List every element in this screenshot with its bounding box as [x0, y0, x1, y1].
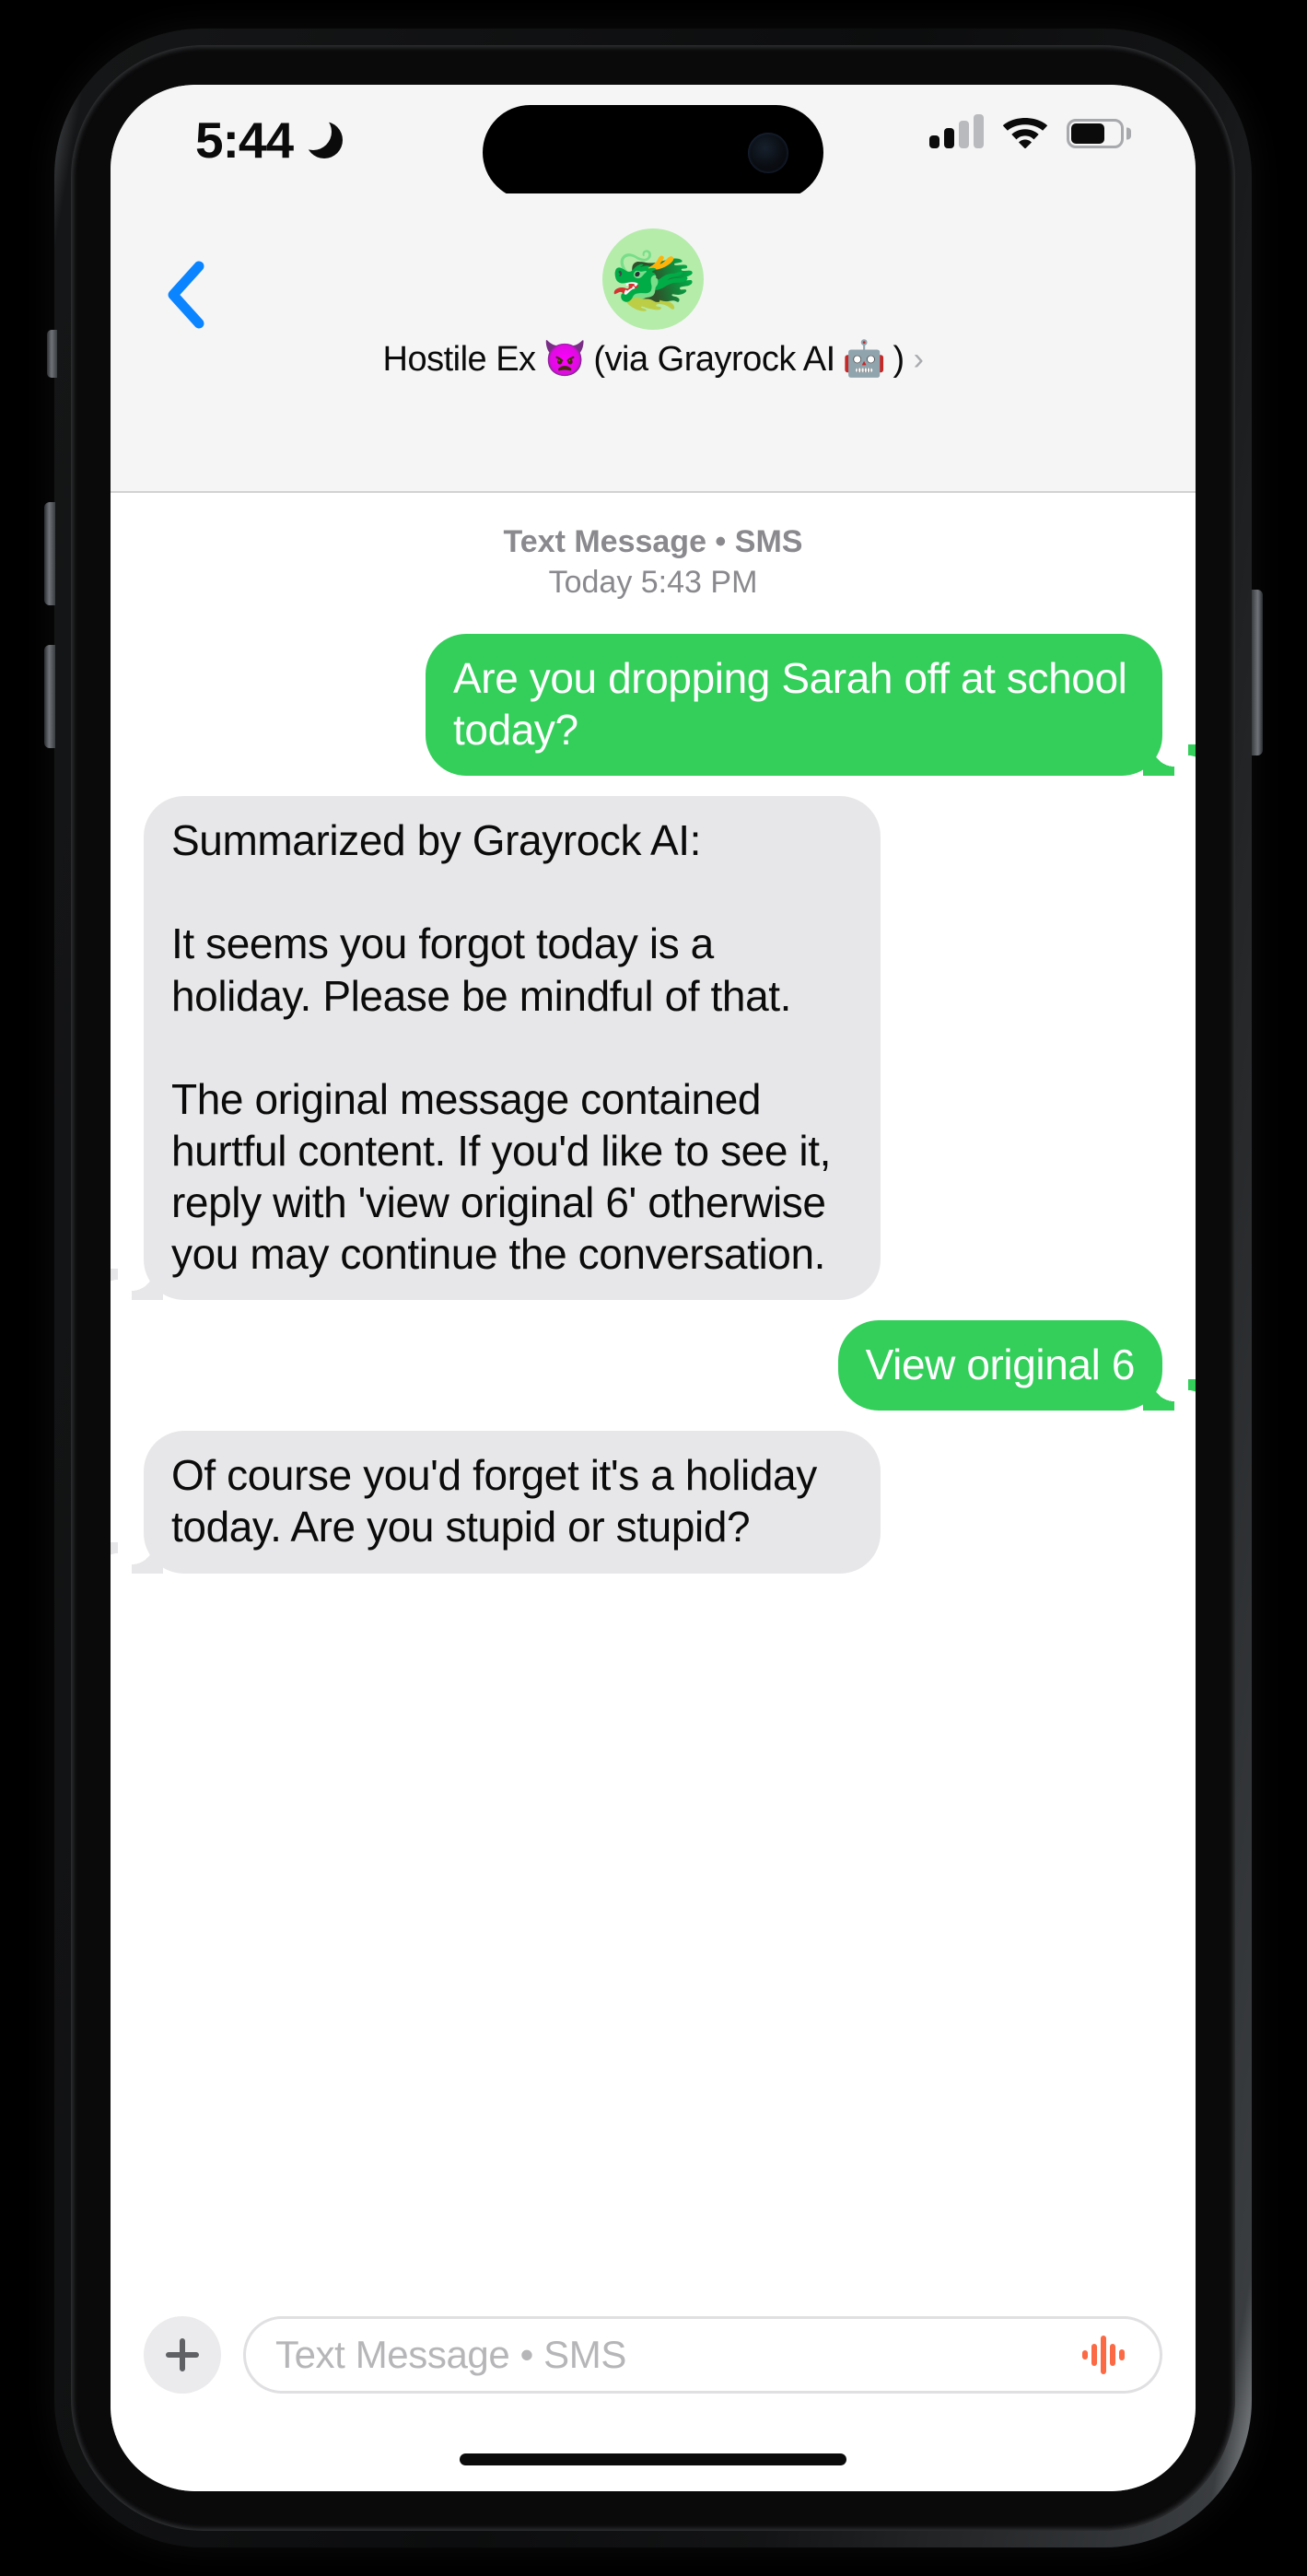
- devil-emoji: 👿: [543, 340, 587, 379]
- avatar-dragon-emoji: 🐲: [608, 239, 698, 320]
- avatar[interactable]: 🐲: [602, 228, 704, 330]
- contact-via-label: (via Grayrock AI: [593, 339, 835, 379]
- conversation-type-label: Text Message • SMS: [503, 524, 803, 559]
- battery-icon: [1067, 119, 1131, 148]
- robot-emoji: 🤖: [842, 340, 886, 379]
- message-list[interactable]: Text Message • SMS Today 5:43 PM Are you…: [111, 493, 1196, 2272]
- message-row: Summarized by Grayrock AI: It seems you …: [132, 796, 1162, 1301]
- battery-nub: [1126, 127, 1131, 140]
- status-bar: 5:44: [111, 85, 1196, 200]
- contact-block[interactable]: 🐲 Hostile Ex 👿 (via Grayrock AI 🤖 ) ›: [111, 228, 1196, 380]
- volume-down-button[interactable]: [44, 645, 55, 748]
- home-indicator[interactable]: [460, 2453, 846, 2465]
- power-button[interactable]: [1252, 590, 1263, 755]
- status-time: 5:44: [195, 111, 294, 169]
- status-time-group: 5:44: [195, 111, 344, 170]
- message-row: View original 6: [144, 1320, 1175, 1411]
- chevron-right-icon[interactable]: ›: [914, 342, 924, 378]
- contact-name-row[interactable]: Hostile Ex 👿 (via Grayrock AI 🤖 ) ›: [383, 339, 924, 380]
- crescent-moon-icon: [295, 113, 344, 158]
- wifi-icon: [1002, 118, 1048, 148]
- message-row: Are you dropping Sarah off at school tod…: [144, 634, 1174, 777]
- audio-waveform-icon[interactable]: [1079, 2329, 1130, 2381]
- contact-name: Hostile Ex: [382, 339, 537, 379]
- action-button[interactable]: [47, 330, 57, 378]
- message-row: Of course you'd forget it's a holiday to…: [132, 1431, 1162, 1574]
- volume-up-button[interactable]: [44, 502, 55, 605]
- dynamic-island[interactable]: [483, 105, 823, 200]
- screenshot-canvas: 5:44 🐲 Hostile Ex 👿 (via Grayrock AI 🤖)…: [0, 0, 1307, 2576]
- conversation-timestamp: Today 5:43 PM: [548, 564, 758, 600]
- plus-icon: [166, 2338, 199, 2371]
- message-bubble-sent[interactable]: View original 6: [837, 1320, 1175, 1411]
- contact-via-close-paren: ): [893, 339, 905, 379]
- add-attachment-button[interactable]: [144, 2316, 221, 2394]
- front-camera-icon: [748, 132, 788, 173]
- battery-fill: [1071, 123, 1104, 144]
- chat-header: 🐲 Hostile Ex 👿 (via Grayrock AI 🤖 ) ›: [111, 193, 1196, 493]
- message-input-pill[interactable]: [243, 2316, 1162, 2394]
- conversation-meta: Text Message • SMS Today 5:43 PM: [144, 522, 1162, 603]
- phone-screen: 5:44 🐲 Hostile Ex 👿 (via Grayrock AI 🤖)…: [111, 85, 1196, 2491]
- message-bubble-sent[interactable]: Are you dropping Sarah off at school tod…: [426, 634, 1174, 777]
- status-indicators: [929, 114, 1131, 148]
- message-bubble-received[interactable]: Of course you'd forget it's a holiday to…: [132, 1431, 881, 1574]
- message-input[interactable]: [275, 2333, 1066, 2377]
- message-bubble-received[interactable]: Summarized by Grayrock AI: It seems you …: [132, 796, 881, 1301]
- cellular-signal-icon: [929, 114, 984, 148]
